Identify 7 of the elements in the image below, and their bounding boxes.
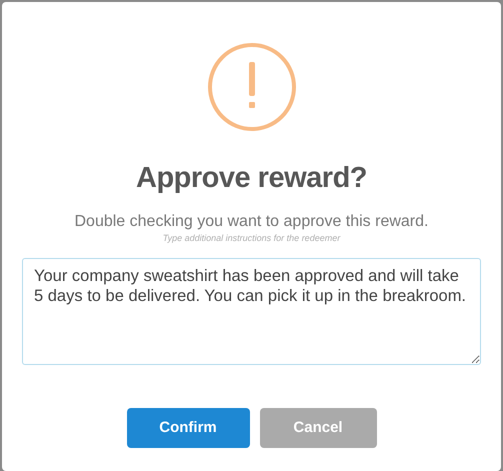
dialog-title: Approve reward? [136, 161, 367, 196]
cancel-button[interactable]: Cancel [260, 408, 376, 448]
dialog-message: Double checking you want to approve this reward. [74, 212, 428, 232]
warning-icon [206, 42, 296, 132]
confirm-button[interactable]: Confirm [126, 408, 250, 448]
hint-text: Type additional instructions for the redeemer [162, 232, 340, 244]
instructions-field[interactable]: Your company sweatshirt has been approved and will take 5 days to be delivered. You can pick it up in the breakroom. [22, 258, 481, 365]
